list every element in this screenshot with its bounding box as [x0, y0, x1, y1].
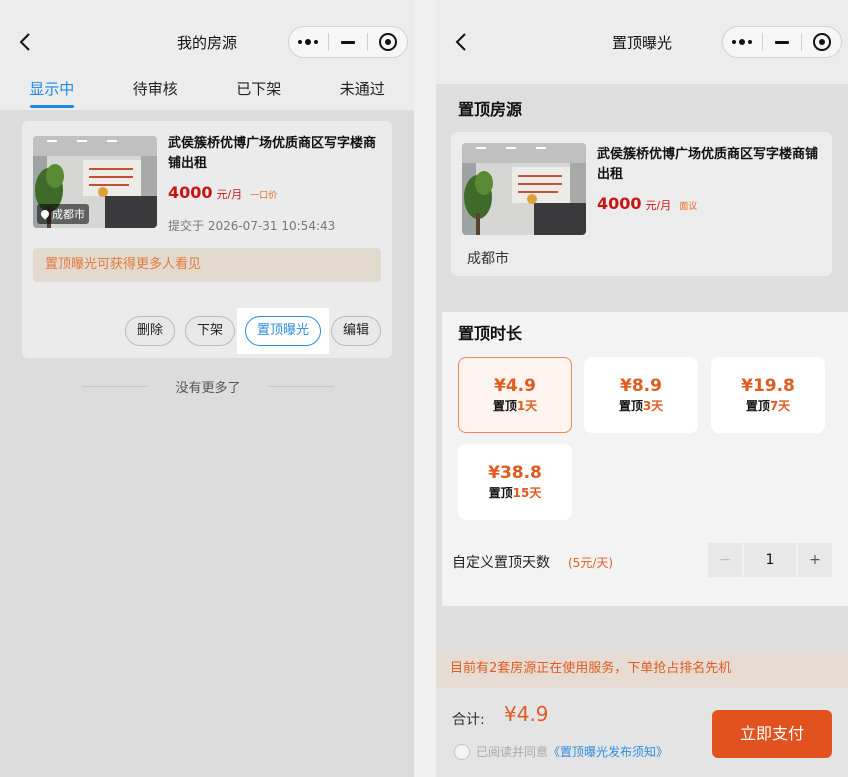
- mini-program-capsule: [288, 26, 408, 58]
- promote-screen: 置顶曝光 置顶房源 武侯簇桥优博广场优质商区写字楼商铺出租 4000 元/月 面…: [436, 0, 848, 777]
- duration-panel: 置顶时长 ¥4.9 置顶1天 ¥8.9 置顶3天 ¥19.8 置顶7天 ¥38.…: [442, 312, 848, 606]
- promote-button-highlight: 置顶曝光: [236, 308, 329, 354]
- listing-price: 4000 元/月 面议: [597, 194, 697, 213]
- minus-icon: [341, 40, 355, 44]
- target-circle-icon: [812, 33, 831, 51]
- tab-pending[interactable]: 待审核: [104, 72, 208, 110]
- edit-button[interactable]: 编辑: [330, 316, 381, 346]
- submit-time: 提交于 2026-07-31 10:54:43: [168, 219, 336, 233]
- stepper-minus-button[interactable]: −: [708, 543, 742, 577]
- duration-option-7-days[interactable]: ¥19.8 置顶7天: [711, 357, 825, 433]
- more-button[interactable]: [289, 27, 328, 57]
- more-dots-icon: [732, 39, 753, 45]
- duration-option-1-day[interactable]: ¥4.9 置顶1天: [458, 357, 572, 433]
- tab-showing[interactable]: 显示中: [0, 72, 104, 110]
- agreement: 已阅读并同意 《置顶曝光发布须知》: [454, 743, 668, 760]
- delete-button[interactable]: 删除: [124, 316, 175, 346]
- listing-photo: [462, 143, 586, 235]
- price-tag: 面议: [679, 202, 698, 212]
- panel-divider: [414, 0, 436, 777]
- nav-bar: 置顶曝光: [436, 0, 848, 84]
- price-unit: 元/月: [645, 199, 672, 212]
- promote-button[interactable]: 置顶曝光: [244, 316, 321, 346]
- my-listings-screen: 我的房源 显示中 待审核 已下架 未通过 成都市 武侯簇桥优博广场优质商区写字楼…: [0, 0, 414, 777]
- location-pin-icon: [39, 208, 51, 220]
- total-label: 合计:: [452, 712, 485, 728]
- duration-option-3-days[interactable]: ¥8.9 置顶3天: [584, 357, 698, 433]
- custom-days-stepper: − 1 +: [708, 543, 832, 577]
- promoted-listing-card: 武侯簇桥优博广场优质商区写字楼商铺出租 4000 元/月 面议 成都市: [451, 132, 832, 276]
- price-tag: 一口价: [250, 191, 278, 201]
- agreement-link[interactable]: 《置顶曝光发布须知》: [548, 743, 668, 760]
- status-tabs: 显示中 待审核 已下架 未通过: [0, 72, 414, 110]
- tab-rejected[interactable]: 未通过: [311, 72, 415, 110]
- pay-now-button[interactable]: 立即支付: [712, 710, 832, 758]
- listing-city: 成都市: [467, 251, 509, 267]
- listing-actions: 删除 下架 置顶曝光 编辑: [124, 308, 381, 354]
- location-badge: 成都市: [37, 204, 89, 224]
- price-value: 4000: [168, 183, 213, 202]
- agreement-checkbox[interactable]: [454, 743, 470, 760]
- checkout-bar: 合计: ¥4.9 已阅读并同意 《置顶曝光发布须知》 立即支付: [436, 688, 848, 777]
- total-value: ¥4.9: [504, 702, 549, 726]
- stepper-value[interactable]: 1: [744, 543, 796, 577]
- mini-program-capsule: [722, 26, 842, 58]
- custom-days-label: 自定义置顶天数: [452, 555, 550, 571]
- close-button[interactable]: [368, 27, 407, 57]
- duration-option-15-days[interactable]: ¥38.8 置顶15天: [458, 444, 572, 520]
- price-value: 4000: [597, 194, 642, 213]
- listing-title: 武侯簇桥优博广场优质商区写字楼商铺出租: [597, 147, 819, 182]
- listing-photo[interactable]: 成都市: [33, 136, 157, 228]
- listing-card[interactable]: 成都市 武侯簇桥优博广场优质商区写字楼商铺出租 4000 元/月 一口价 提交于…: [22, 121, 392, 358]
- listing-title[interactable]: 武侯簇桥优博广场优质商区写字楼商铺出租: [168, 134, 384, 174]
- stepper-plus-button[interactable]: +: [798, 543, 832, 577]
- office-photo-image: [462, 143, 586, 235]
- minimize-button[interactable]: [763, 27, 802, 57]
- minus-icon: [775, 40, 789, 44]
- close-button[interactable]: [802, 27, 841, 57]
- listing-price: 4000 元/月 一口价: [168, 183, 277, 202]
- service-notice: 目前有2套房源正在使用服务，下单抢占排名先机: [436, 650, 848, 688]
- more-button[interactable]: [723, 27, 762, 57]
- offline-button[interactable]: 下架: [184, 316, 235, 346]
- more-dots-icon: [298, 39, 319, 45]
- tab-offline[interactable]: 已下架: [207, 72, 311, 110]
- section-title-listing: 置顶房源: [458, 100, 523, 119]
- target-circle-icon: [378, 33, 397, 51]
- custom-days-rate: (5元/天): [568, 556, 614, 570]
- no-more-text: 没有更多了: [82, 377, 334, 396]
- section-title-duration: 置顶时长: [458, 324, 523, 343]
- promote-tip: 置顶曝光可获得更多人看见: [33, 248, 381, 282]
- agreement-text: 已阅读并同意: [476, 745, 549, 759]
- price-unit: 元/月: [216, 188, 243, 201]
- minimize-button[interactable]: [329, 27, 368, 57]
- nav-bar: 我的房源 显示中 待审核 已下架 未通过: [0, 0, 414, 110]
